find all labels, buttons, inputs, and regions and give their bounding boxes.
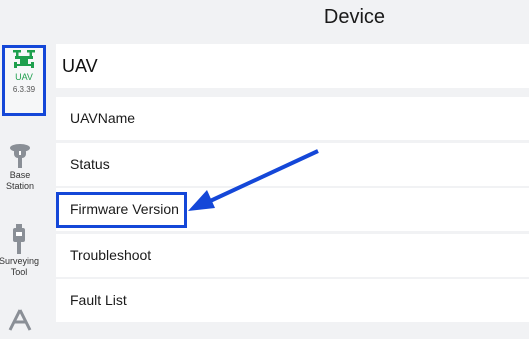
firmware-version-badge: 6.3.39: [12, 85, 36, 94]
list-item-firmware-version[interactable]: Firmware Version: [56, 188, 529, 231]
list-item-uav-name[interactable]: UAVName: [56, 97, 529, 140]
sidebar-item-label: UAV: [15, 72, 33, 82]
main-panel: UAV UAVName Status Firmware Version Trou…: [56, 44, 529, 339]
list-item-fault-list[interactable]: Fault List: [56, 279, 529, 322]
section-title: UAV: [56, 44, 529, 88]
base-station-icon: [10, 144, 30, 168]
triangle-tool-icon: [8, 309, 32, 331]
list-item-troubleshoot[interactable]: Troubleshoot: [56, 234, 529, 277]
sidebar-item-surveying-tool[interactable]: Surveying Tool: [0, 224, 40, 278]
sidebar-item-other-tool[interactable]: [0, 308, 40, 332]
sidebar: UAV 6.3.39 Base Station Surveying Tool: [0, 40, 46, 339]
sidebar-item-label: Base Station: [5, 170, 35, 191]
sidebar-item-label: Surveying Tool: [0, 256, 40, 277]
drone-icon: [13, 50, 35, 68]
sidebar-item-base-station[interactable]: Base Station: [0, 140, 40, 192]
list-item-status[interactable]: Status: [56, 143, 529, 186]
device-screen: Device UAV 6.3.39 Base Station Surveying…: [0, 0, 529, 339]
page-title: Device: [323, 6, 386, 28]
surveying-tool-icon: [13, 224, 25, 254]
sidebar-item-uav[interactable]: UAV 6.3.39: [2, 45, 46, 116]
